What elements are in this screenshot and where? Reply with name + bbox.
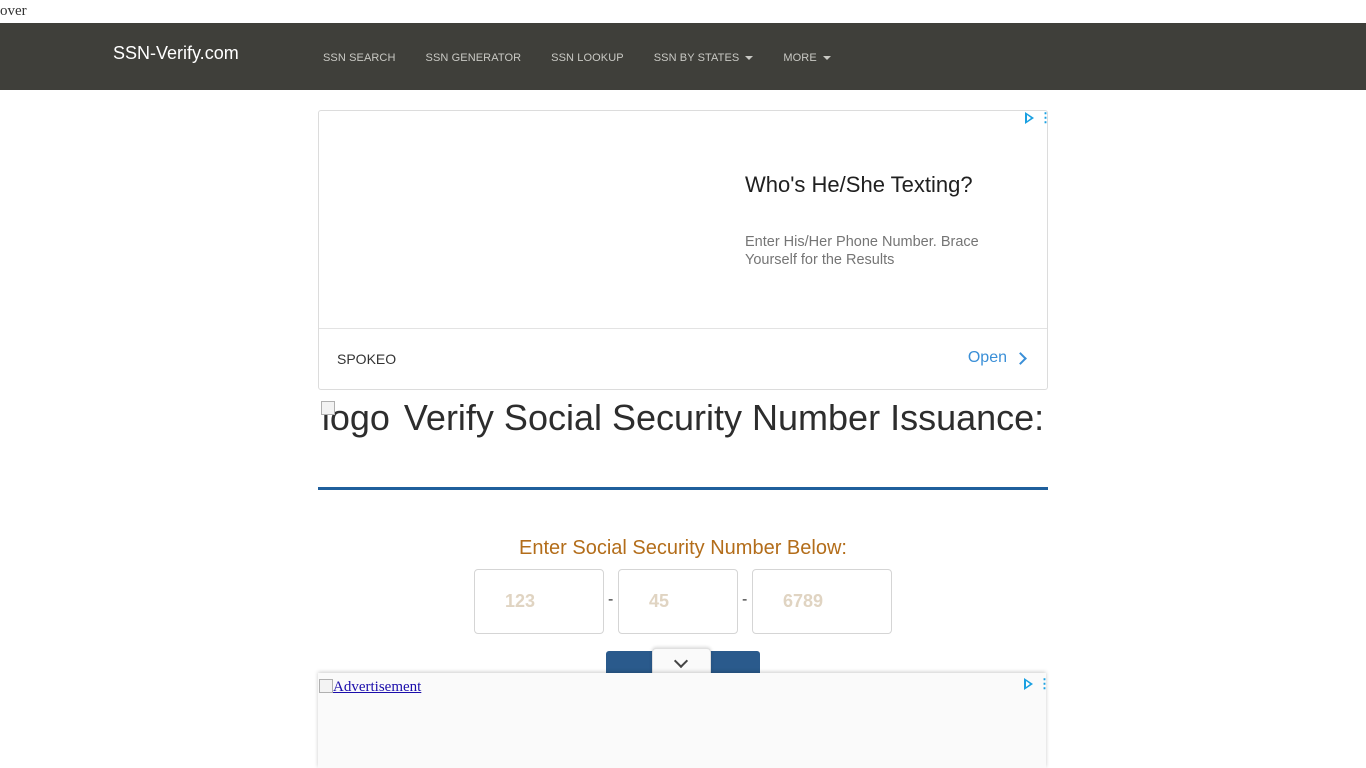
nav-item-ssn-search[interactable]: SSN SEARCH [323,52,396,64]
site-brand-link[interactable]: SSN-Verify.com [113,43,239,64]
caret-down-icon [822,56,831,60]
ad-advertiser-name: SPOKEO [337,351,397,367]
chevron-right-icon [1014,351,1027,365]
broken-image-icon [319,679,333,693]
advertisement-alt-text: Advertisement [333,679,422,695]
ssn-group-input[interactable] [618,569,738,634]
logo-image: logo [320,397,390,438]
ad-open-label: Open [967,349,1007,366]
title-divider [318,487,1048,490]
ad-options-menu-icon[interactable]: ⋮ [1038,677,1051,690]
ssn-input-label: Enter Social Security Number Below: [519,537,847,559]
top-navbar: SSN-Verify.com SSN SEARCH SSN GENERATOR … [0,23,1366,90]
nav-item-label: SSN LOOKUP [551,52,624,64]
nav-item-ssn-by-states[interactable]: SSN BY STATES [654,52,754,64]
adchoices-icon[interactable] [1024,678,1033,690]
ad-choices[interactable]: ⋮ [1025,111,1052,124]
ssn-area-input[interactable] [474,569,604,634]
nav-item-ssn-lookup[interactable]: SSN LOOKUP [551,52,624,64]
ad-footer: SPOKEO Open [319,328,1047,390]
nav-item-label: SSN GENERATOR [425,52,522,64]
ad-headline[interactable]: Who's He/She Texting? [745,172,973,198]
chevron-down-icon [673,653,689,669]
nav-item-label: MORE [783,52,817,64]
ssn-serial-input[interactable] [752,569,892,634]
broken-image-icon [320,401,335,415]
ssn-separator: - [742,591,748,608]
caret-down-icon [745,56,754,60]
advertisement-link[interactable]: Advertisement [319,679,421,696]
ssn-separator: - [608,591,614,608]
stray-text: over [0,3,27,19]
ad-open-button[interactable]: Open [967,349,1027,367]
top-advertisement[interactable]: ⋮ Who's He/She Texting? Enter His/Her Ph… [318,110,1052,390]
page-title-text: Verify Social Security Number Issuance: [403,397,1045,438]
ad-body-text: Enter His/Her Phone Number. Brace Yourse… [745,234,979,268]
bottom-anchor-advertisement[interactable]: Advertisement ⋮ [318,673,1051,768]
nav-item-label: SSN BY STATES [653,52,740,64]
nav-menu: SSN SEARCH SSN GENERATOR SSN LOOKUP SSN … [323,52,861,64]
ad-choices[interactable]: ⋮ [1024,677,1051,690]
nav-item-more[interactable]: MORE [783,52,831,64]
page-title: logo Verify Social Security Number Issuan… [318,397,1048,438]
nav-item-label: SSN SEARCH [323,52,396,64]
adchoices-icon[interactable] [1025,112,1034,124]
nav-item-ssn-generator[interactable]: SSN GENERATOR [426,52,522,64]
ad-options-menu-icon[interactable]: ⋮ [1039,111,1052,124]
